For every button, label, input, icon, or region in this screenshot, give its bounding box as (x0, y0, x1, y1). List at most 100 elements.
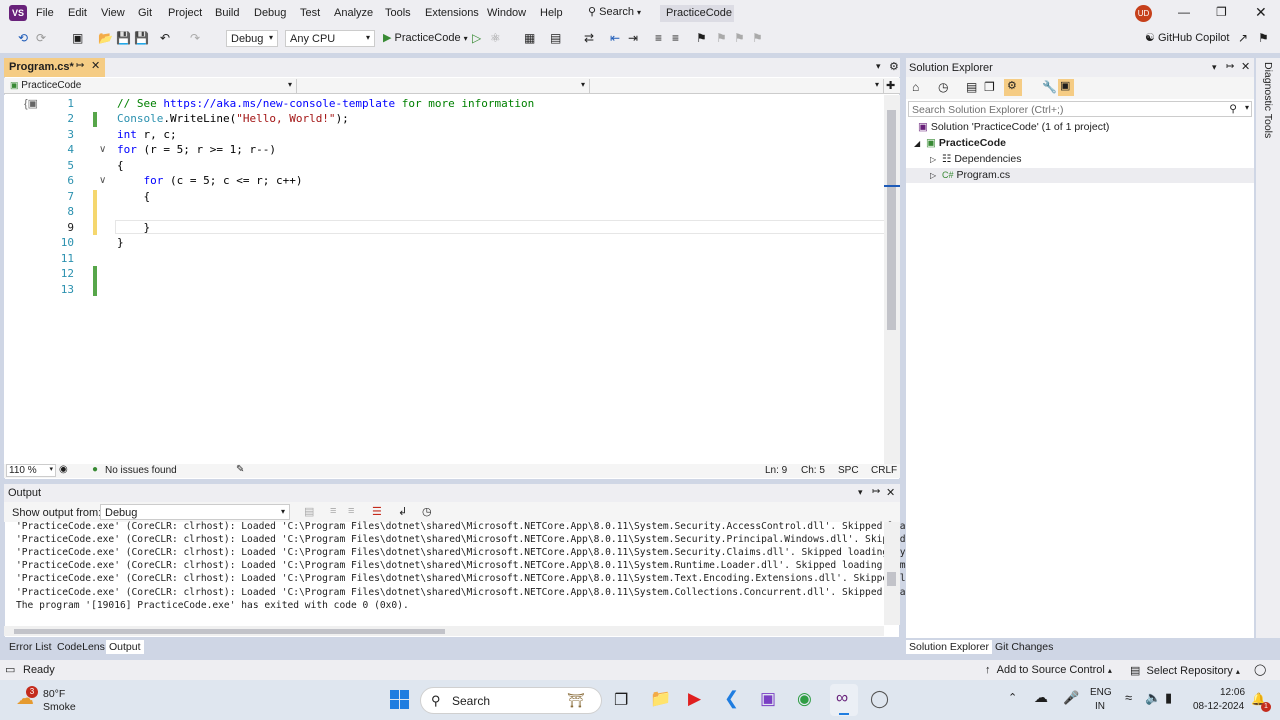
app-icon[interactable]: ▣ (760, 689, 776, 709)
menu-window[interactable]: Window (487, 7, 526, 19)
bookmark-clear-icon[interactable]: ⚑ (752, 31, 763, 45)
share-icon[interactable]: ↗ (1238, 31, 1248, 45)
tab-git-changes[interactable]: Git Changes (992, 640, 1056, 654)
menu-git[interactable]: Git (138, 7, 152, 19)
collapse-all-icon[interactable]: ▤ (966, 80, 977, 94)
file-explorer-icon[interactable]: 📁 (650, 689, 671, 709)
wifi-icon[interactable]: ≈ (1125, 690, 1132, 705)
menu-analyze[interactable]: Analyze (334, 7, 373, 19)
visual-studio-taskbar-button[interactable]: ∞ (830, 684, 858, 716)
tab-error-list[interactable]: Error List (6, 640, 55, 654)
chevron-down-icon[interactable]: ▾ (1212, 62, 1217, 73)
battery-icon[interactable]: ▮ (1165, 690, 1172, 706)
step-over-icon[interactable]: ⇥ (628, 31, 638, 45)
menu-project[interactable]: Project (168, 7, 202, 19)
tree-dependencies[interactable]: ▷ ☷ Dependencies (930, 153, 1021, 165)
bookmark-next-icon[interactable]: ⚑ (734, 31, 745, 45)
pin-icon[interactable]: ↦ (1226, 61, 1234, 72)
clear-all-icon[interactable]: ☰ (372, 505, 382, 518)
output-source-select[interactable]: Debug ▾ (100, 504, 290, 520)
onedrive-icon[interactable]: ☁ (1034, 689, 1048, 706)
code-line[interactable]: } (117, 221, 150, 234)
health-icon[interactable]: ◉ (59, 464, 68, 475)
code-line[interactable]: int r, c; (117, 128, 177, 141)
indent-icon[interactable]: ≡ (655, 31, 662, 45)
prev-message-icon[interactable]: ≡ (330, 505, 336, 517)
search-icon[interactable]: ⚲ (1229, 103, 1237, 115)
chrome-icon[interactable]: ◉ (797, 689, 812, 709)
collapse-icon[interactable]: ∨ (99, 144, 106, 155)
minimize-icon[interactable]: — (1178, 5, 1190, 19)
issues-status[interactable]: No issues found (105, 465, 177, 476)
youtube-icon[interactable]: ▶ (688, 689, 701, 709)
tree-solution[interactable]: ▣ Solution 'PracticeCode' (1 of 1 projec… (918, 121, 1109, 133)
outdent-icon[interactable]: ≡ (672, 31, 679, 45)
indent-indicator[interactable]: SPC (838, 465, 859, 476)
language-line2[interactable]: IN (1095, 701, 1105, 712)
diagnostic-tools-rail[interactable]: Diagnostic Tools (1256, 58, 1280, 638)
show-all-icon[interactable]: ❐ (984, 80, 995, 94)
undo-icon[interactable]: ↶ (160, 31, 170, 45)
notifications-icon[interactable]: ◯ (1254, 663, 1266, 676)
start-without-debug-icon[interactable]: ▷ (472, 31, 481, 45)
editor-scrollbar[interactable] (884, 95, 900, 464)
next-message-icon[interactable]: ≡ (348, 505, 354, 517)
clock-icon[interactable]: ◷ (422, 505, 432, 518)
redo-icon[interactable]: ↷ (190, 31, 200, 45)
back-icon[interactable]: ⟲ (18, 31, 28, 45)
tab-overflow-icon[interactable]: ▾ (876, 61, 881, 72)
menu-view[interactable]: View (101, 7, 125, 19)
add-source-control-button[interactable]: ↑ Add to Source Control ▴ (985, 664, 1112, 676)
home-icon[interactable]: ⌂ (912, 80, 919, 94)
solution-search-input[interactable]: Search Solution Explorer (Ctrl+;) ⚲ ▾ (908, 101, 1252, 117)
open-icon[interactable]: 📂 (98, 31, 113, 45)
sync-button[interactable]: ⚙ (1004, 79, 1022, 96)
code-line[interactable]: for (c = 5; c <= r; c++) (117, 174, 303, 187)
settings-icon[interactable]: ⚙ (889, 60, 899, 73)
code-line[interactable]: // See https://aka.ms/new-console-templa… (117, 97, 534, 110)
volume-icon[interactable]: 🔈 (1145, 690, 1161, 706)
member-nav-select[interactable]: ▾ (592, 79, 884, 93)
menu-tools[interactable]: Tools (385, 7, 411, 19)
bookmark-icon[interactable]: ⚑ (696, 31, 707, 45)
tab-solution-explorer[interactable]: Solution Explorer (906, 640, 992, 654)
menu-debug[interactable]: Debug (254, 7, 286, 19)
layout-icon[interactable]: ▤ (550, 31, 561, 45)
menu-build[interactable]: Build (215, 7, 239, 19)
menu-file[interactable]: File (36, 7, 54, 19)
tab-output[interactable]: Output (106, 640, 144, 654)
browse-icon[interactable]: ▦ (524, 31, 535, 45)
taskbar-search[interactable]: ⚲ Search ⛩ (420, 687, 602, 714)
select-repository-button[interactable]: ▤ Select Repository ▴ (1130, 664, 1240, 677)
clock-time[interactable]: 12:06 (1220, 687, 1245, 698)
history-icon[interactable]: ◷ (938, 80, 948, 94)
split-icon[interactable]: ✚ (886, 79, 895, 92)
code-line[interactable]: } (117, 236, 124, 249)
scroll-thumb[interactable] (887, 110, 896, 330)
step-icon[interactable]: ⇤ (610, 31, 620, 45)
scroll-thumb[interactable] (14, 629, 445, 634)
close-icon[interactable]: ✕ (886, 486, 895, 499)
bookmark-prev-icon[interactable]: ⚑ (716, 31, 727, 45)
preview-button[interactable]: ▣ (1058, 79, 1074, 96)
quick-actions-icon[interactable]: {▣ (24, 97, 38, 110)
menu-help[interactable]: Help (540, 7, 563, 19)
output-hscrollbar[interactable] (4, 626, 884, 636)
task-view-icon[interactable]: ❐ (614, 690, 628, 710)
find-icon[interactable]: ▤ (304, 505, 314, 518)
output-vscrollbar[interactable] (884, 522, 900, 625)
format-icon[interactable]: ⇄ (584, 31, 594, 45)
chevron-down-icon[interactable]: ▾ (858, 487, 863, 498)
cleanup-icon[interactable]: ✎ (236, 464, 244, 475)
word-wrap-icon[interactable]: ↲ (398, 505, 407, 518)
menu-test[interactable]: Test (300, 7, 320, 19)
vscode-icon[interactable]: ❮ (724, 688, 739, 709)
weather-desc[interactable]: Smoke (43, 701, 76, 713)
vs-logo-icon[interactable]: VS (9, 5, 27, 21)
pin-icon[interactable]: ↦ (76, 60, 84, 71)
maximize-icon[interactable]: ❐ (1216, 5, 1227, 19)
tree-program-cs[interactable]: ▷ C# Program.cs (930, 169, 1010, 181)
collapse-icon[interactable]: ∨ (99, 175, 106, 186)
pin-icon[interactable]: ↦ (872, 486, 880, 497)
start-button[interactable] (390, 690, 410, 710)
